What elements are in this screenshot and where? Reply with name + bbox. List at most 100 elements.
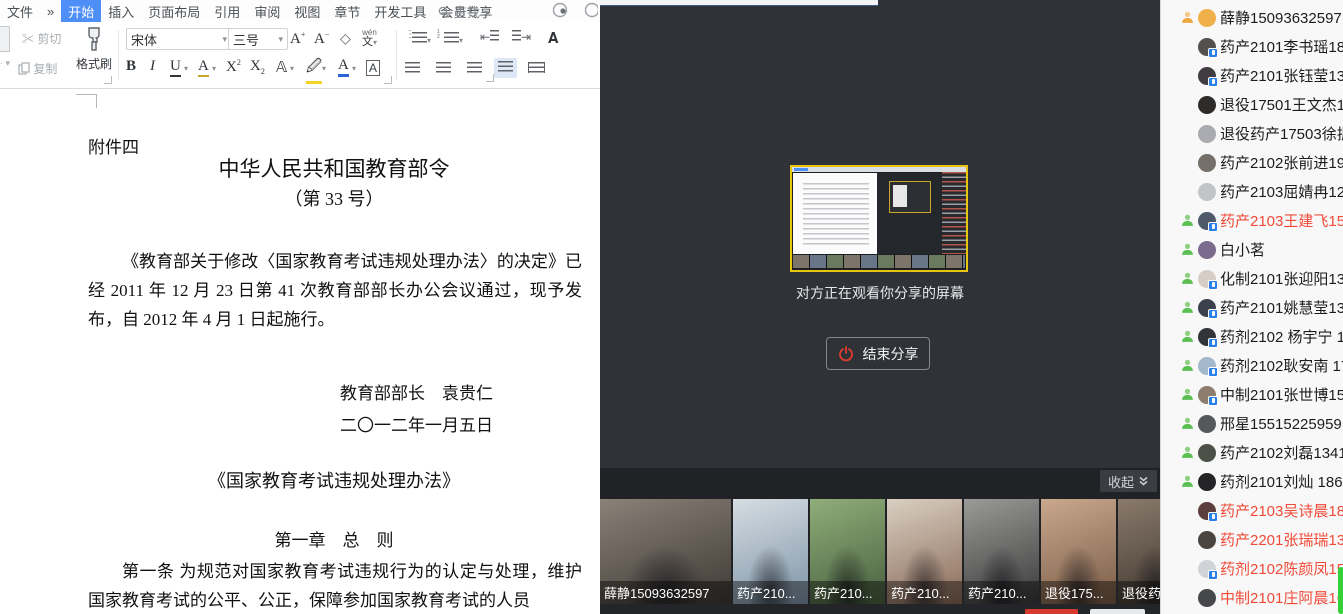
participant-name: 中制2101庄阿晨1663 [1220,587,1343,608]
font-size-select[interactable]: 三号▾ [228,28,288,50]
clear-format-icon[interactable]: ◇ [340,30,351,47]
menu-tab[interactable]: 视图 [287,0,327,23]
document-canvas[interactable]: 附件四 中华人民共和国教育部令 （第 33 号） 《教育部关于修改〈国家教育考试… [0,89,600,614]
bullet-list-button[interactable]: ▾ [412,32,431,46]
copy-icon [18,62,30,75]
decrease-font-button[interactable]: A− [314,30,329,48]
participant-row[interactable]: 药剂2102耿安南 1759 [1161,351,1343,380]
participant-row[interactable]: 邢星15515225959 [1161,409,1343,438]
avatar [1198,386,1216,404]
sort-icon[interactable]: 𝐀 [548,30,558,48]
person-state-icon [1181,359,1194,372]
menu-tab[interactable]: 开始 [61,0,101,23]
font-color-button[interactable]: A [338,57,349,77]
white-button-fragment[interactable] [1090,609,1145,614]
avatar [1198,473,1216,491]
menu-tab[interactable]: 审阅 [247,0,287,23]
underline-button[interactable]: U [170,58,181,77]
format-painter-button[interactable]: 格式刷 [72,26,116,72]
participant-row[interactable]: 药产2201张瑞瑞13939 [1161,525,1343,554]
participant-row[interactable]: 化制2101张迎阳13937 [1161,264,1343,293]
end-share-button[interactable]: 结束分享 [826,337,930,370]
participant-row[interactable]: 药产2103屈婧冉12838 [1161,177,1343,206]
menu-tab[interactable]: » [40,2,61,21]
share-hint-text: 对方正在观看你分享的屏幕 [600,283,1160,303]
doc-sign-date: 二〇一二年一月五日 [340,411,493,436]
pinyin-guide-button[interactable]: wén 文▾ [362,27,377,47]
video-tile[interactable]: 药产210... [964,499,1039,604]
participant-row[interactable]: 药产2101姚慧莹13223 [1161,293,1343,322]
account-icon [552,2,568,18]
participant-row[interactable]: 药剂2101刘灿 18637 [1161,467,1343,496]
align-center-button[interactable] [436,62,451,76]
paste-icon[interactable] [0,26,10,52]
settings-icon [582,2,598,18]
cut-button[interactable]: ✂ 剪切 [22,30,61,47]
participant-row[interactable]: 药产2103吴诗晨18336 [1161,496,1343,525]
video-tile-label: 药产210... [733,581,808,604]
wps-menubar: 文件 » 开始 插入 页面布局 引用 审阅 视图 章节 开发工具 会员专享 [0,0,600,22]
participant-row[interactable]: 退役药产17503徐振梁 [1161,119,1343,148]
participant-row[interactable]: 药剂2102陈颜凤15890 [1161,554,1343,583]
paste-caret[interactable]: · ▾ [0,58,10,69]
participant-row[interactable]: 中制2101张世博15139 [1161,380,1343,409]
mobile-badge-icon [1208,309,1218,319]
bold-button[interactable]: B [126,58,136,75]
participant-row[interactable]: 退役17501王文杰1321 [1161,90,1343,119]
decrease-indent-icon[interactable]: ⇤ [480,30,499,44]
background-window-edge [600,0,878,6]
participant-row[interactable]: 白小茗 [1161,235,1343,264]
align-right-button[interactable] [467,62,482,76]
search-box[interactable]: 查找 [438,2,480,21]
subscript-button[interactable]: X2 [250,58,265,76]
participant-row[interactable]: 药产2103王建飞15311 [1161,206,1343,235]
participant-row[interactable]: 药产2101李书瑶18338 [1161,32,1343,61]
mobile-badge-icon [1208,570,1218,580]
highlight-color-button[interactable]: 🖉 [306,56,322,84]
font-name-select[interactable]: 宋体▾ [126,28,232,50]
participant-row[interactable]: 中制2101庄阿晨1663 [1161,583,1343,612]
participant-name: 药产2103屈婧冉12838 [1220,181,1343,202]
menu-tab[interactable]: 开发工具 [367,0,433,23]
increase-font-button[interactable]: A+ [290,30,305,48]
screen: 文件 » 开始 插入 页面布局 引用 审阅 视图 章节 开发工具 会员专享 [0,0,1343,614]
text-effects-button[interactable]: 𝔸 [276,58,287,77]
distribute-button[interactable] [528,62,545,76]
participant-rows: 薛静15093632597 药产2101李书瑶18338 [1161,0,1343,612]
participant-name: 药产2103王建飞15311 [1220,210,1343,231]
strikethrough-button[interactable]: A [198,58,209,77]
italic-button[interactable]: I [150,58,155,75]
person-state-icon [1181,214,1194,227]
share-preview-thumbnail [790,165,968,272]
copy-button[interactable]: 复制 [18,60,57,77]
participant-row[interactable]: 薛静15093632597 [1161,3,1343,32]
video-tile[interactable]: 药产210... [810,499,885,604]
video-tile[interactable]: 退役175... [1041,499,1116,604]
format-painter-icon [83,26,105,52]
menu-tab[interactable]: 引用 [207,0,247,23]
justify-button[interactable] [494,58,517,78]
video-tile[interactable]: 药产210... [887,499,962,604]
menu-tab[interactable]: 插入 [101,0,141,23]
participant-row[interactable]: 药产2101张钰莹13072 [1161,61,1343,90]
increase-indent-icon[interactable]: ⇥ [512,30,531,44]
menu-tab[interactable]: 文件 [0,0,40,23]
menu-tab[interactable]: 章节 [327,0,367,23]
superscript-button[interactable]: X2 [226,58,241,76]
align-left-button[interactable] [405,62,420,76]
numbered-list-button[interactable]: ▾ [444,32,463,46]
red-button-fragment[interactable] [1025,609,1078,614]
participant-row[interactable]: 药剂2102 杨宇宁 1373 [1161,322,1343,351]
video-tile[interactable]: 薛静15093632597 [600,499,731,604]
character-border-button[interactable]: A [366,60,380,76]
participant-row[interactable]: 药产2102张前进19939 [1161,148,1343,177]
video-tile[interactable]: 药产210... [733,499,808,604]
window-controls[interactable] [552,2,598,18]
collapse-videos-button[interactable]: 收起 [1100,470,1157,492]
avatar [1198,183,1216,201]
participant-row[interactable]: 药产2102刘磊134198 [1161,438,1343,467]
video-tile[interactable]: 退役药 [1118,499,1160,604]
menu-tab[interactable]: 页面布局 [141,0,207,23]
margin-mark [76,94,97,108]
scrollbar-thumb[interactable] [1338,567,1343,614]
